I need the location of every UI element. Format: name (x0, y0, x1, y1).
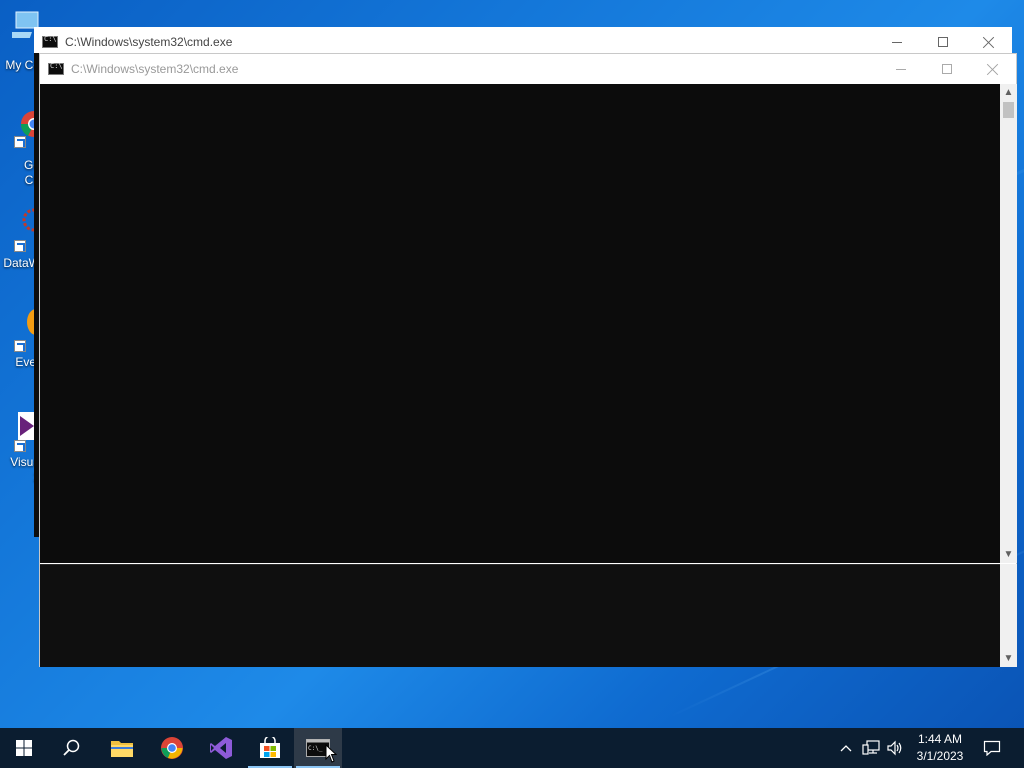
window-title: C:\Windows\system32\cmd.exe (65, 35, 233, 49)
minimize-icon (896, 68, 906, 70)
shortcut-arrow-icon (14, 440, 26, 452)
scroll-down-arrow-icon[interactable]: ▼ (1000, 650, 1017, 667)
cmd-window-front[interactable]: C:\Windows\system32\cmd.exe ▲ ▼ ▼ (39, 53, 1017, 667)
cmd-icon (48, 62, 64, 75)
window-title: C:\Windows\system32\cmd.exe (71, 62, 239, 76)
start-button[interactable] (0, 728, 48, 768)
shortcut-arrow-icon (14, 136, 26, 148)
scroll-down-arrow-icon[interactable]: ▼ (1000, 546, 1017, 563)
vertical-scrollbar-lower[interactable]: ▼ (1000, 564, 1017, 667)
network-icon (862, 740, 880, 755)
chrome-icon (161, 737, 183, 759)
taskbar: C:\_ 1:44 AM 3/1/2023 (0, 728, 1024, 768)
windows-logo-icon (16, 740, 32, 756)
search-icon (63, 739, 80, 756)
minimize-button[interactable] (878, 54, 924, 84)
visual-studio-icon (210, 737, 232, 759)
clock-time: 1:44 AM (917, 732, 963, 746)
network-tray-button[interactable] (860, 728, 882, 768)
vertical-scrollbar[interactable]: ▲ ▼ (1000, 84, 1017, 563)
close-icon (987, 63, 999, 75)
console-area[interactable] (40, 84, 1000, 563)
notification-icon (983, 740, 1001, 756)
maximize-button[interactable] (924, 54, 970, 84)
scroll-up-arrow-icon[interactable]: ▲ (1000, 84, 1017, 101)
close-icon (983, 36, 995, 48)
desktop: { "desktop": { "icons": [ {"name": "my-c… (0, 0, 1024, 768)
console-area-lower[interactable] (40, 564, 1000, 667)
shortcut-arrow-icon (14, 240, 26, 252)
taskbar-chrome[interactable] (148, 728, 196, 768)
action-center-button[interactable] (975, 728, 1009, 768)
show-hidden-icons-button[interactable] (836, 728, 856, 768)
clock-date: 3/1/2023 (916, 749, 964, 763)
store-icon (260, 737, 280, 758)
taskbar-clock[interactable]: 1:44 AM 3/1/2023 (910, 730, 970, 766)
mouse-pointer-icon (325, 744, 337, 763)
folder-icon (111, 741, 133, 757)
volume-tray-button[interactable] (884, 728, 906, 768)
chevron-up-icon (840, 745, 852, 752)
scroll-thumb[interactable] (1003, 102, 1014, 118)
close-button[interactable] (970, 54, 1016, 84)
speaker-icon (887, 740, 902, 756)
minimize-icon (892, 41, 902, 43)
window-titlebar[interactable]: C:\Windows\system32\cmd.exe (40, 54, 1016, 84)
search-button[interactable] (48, 728, 96, 768)
taskbar-visual-studio[interactable] (197, 728, 245, 768)
cmd-icon (42, 35, 58, 48)
shortcut-arrow-icon (14, 340, 26, 352)
maximize-icon (938, 37, 948, 47)
taskbar-file-explorer[interactable] (98, 728, 146, 768)
maximize-icon (942, 64, 952, 74)
taskbar-microsoft-store[interactable] (246, 728, 294, 768)
svg-text:C:\_: C:\_ (308, 745, 323, 752)
